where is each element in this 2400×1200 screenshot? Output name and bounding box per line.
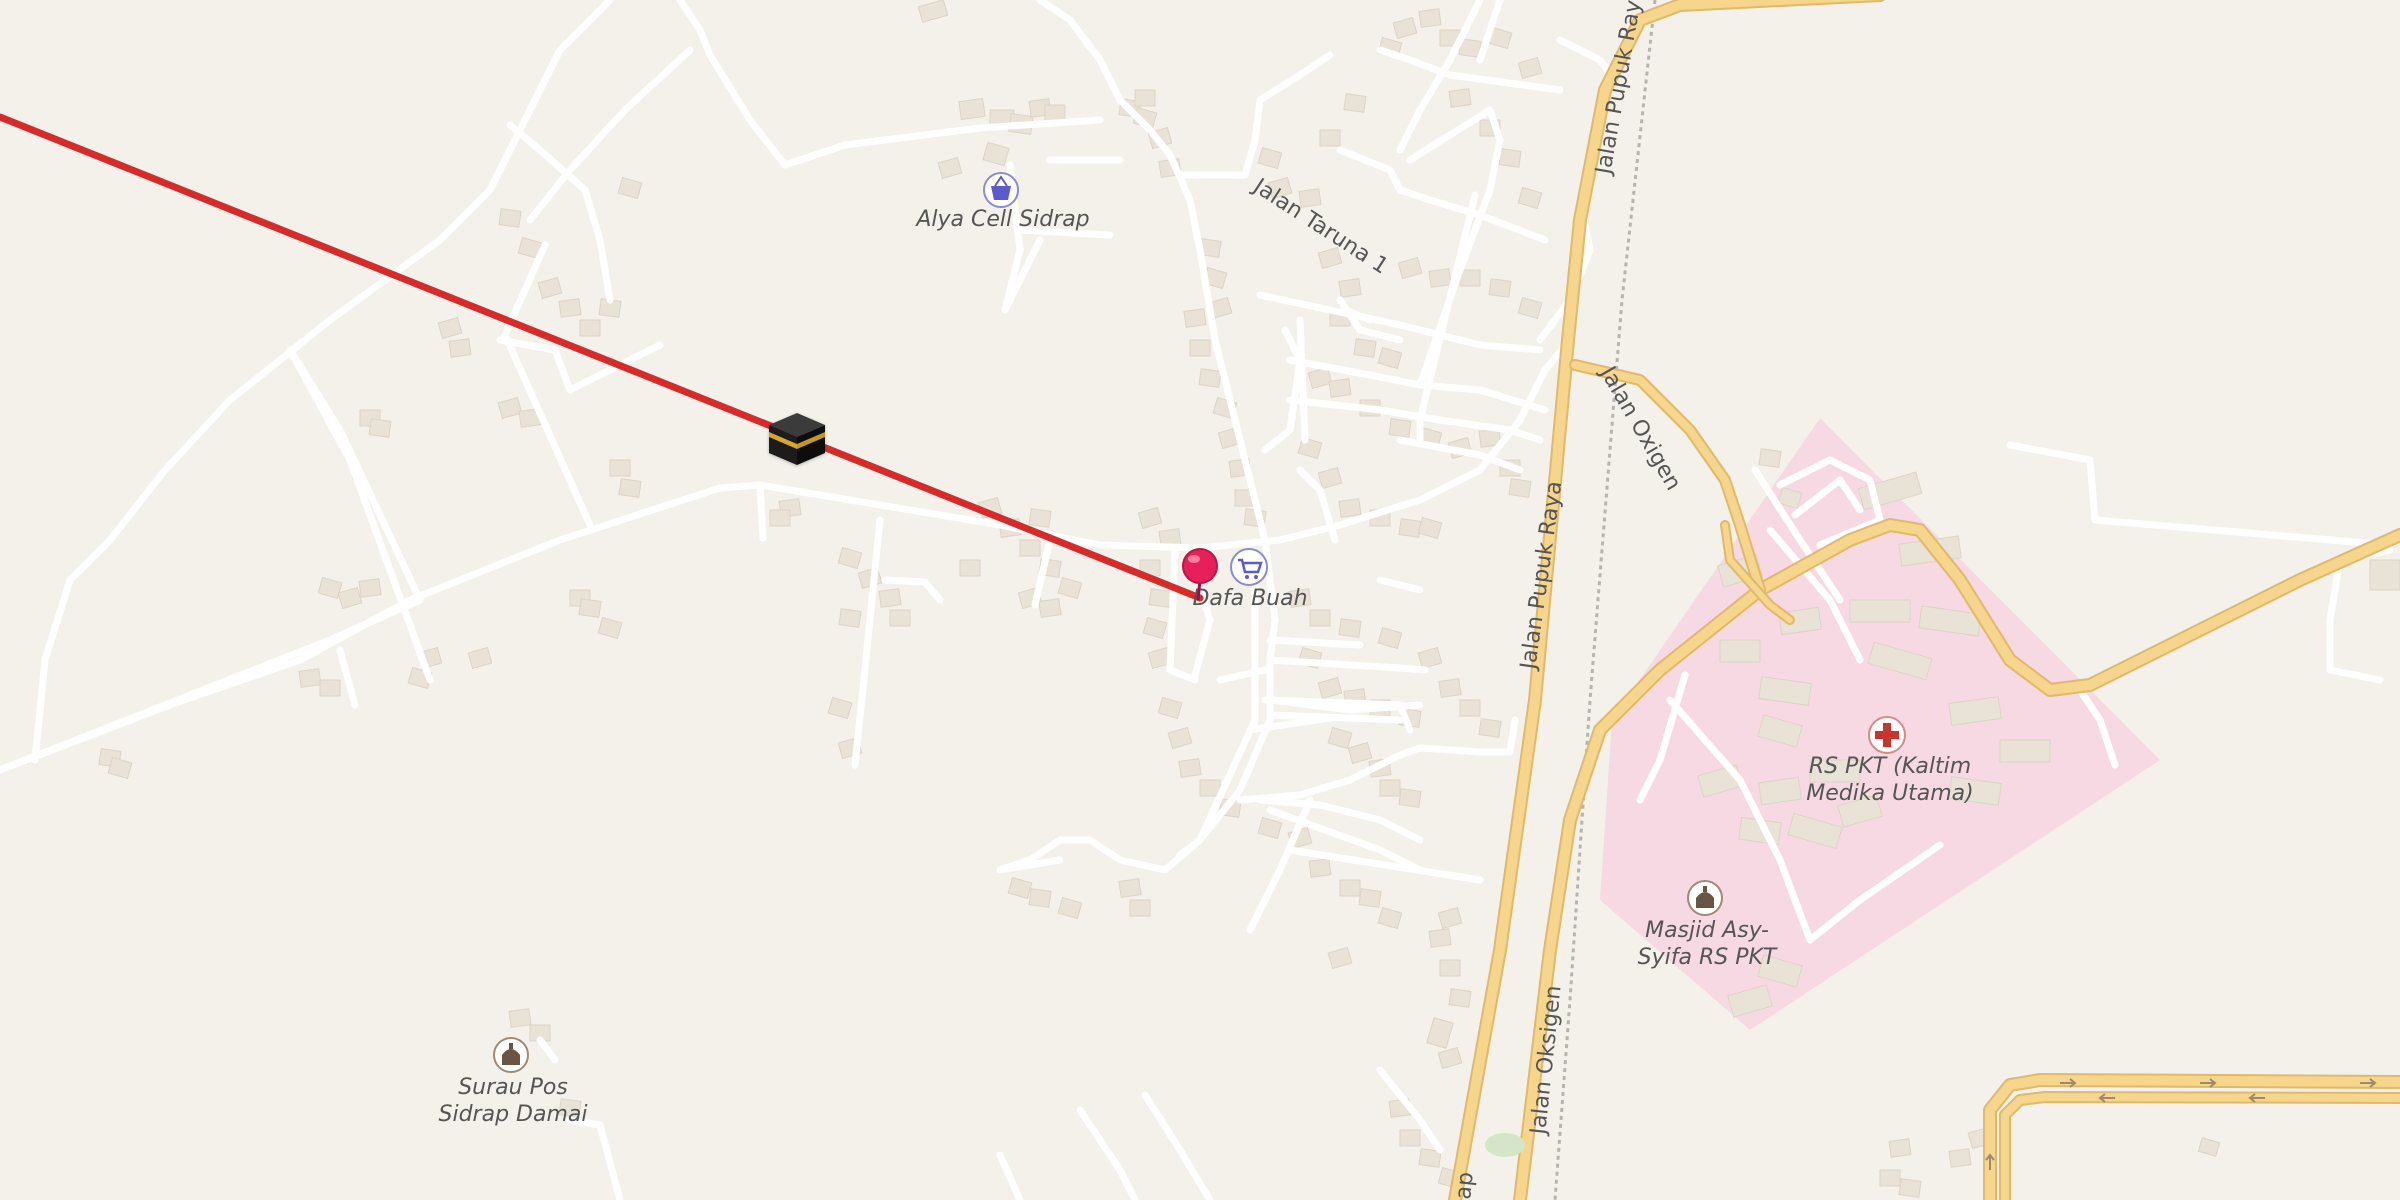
building [1308,858,1332,878]
building [889,609,911,627]
poi-label-line2: Syifa RS PKT [1638,945,1778,970]
building [1758,448,1782,468]
building [1428,928,1452,948]
building [769,509,791,527]
building [838,608,862,628]
building [1428,268,1452,288]
building [1438,678,1462,698]
building [1044,104,1066,122]
building [1508,478,1532,498]
building [1358,888,1382,908]
building [1028,508,1052,528]
building [1028,888,1052,908]
building [1339,879,1361,897]
building [1338,498,1362,518]
building [2369,559,2400,591]
building [1398,788,1422,808]
building [448,338,472,358]
poi-label: Alya Cell Sidrap [914,207,1089,232]
building [1148,588,1172,608]
building [618,478,642,498]
building [1309,609,1331,627]
building [1134,89,1156,107]
building [558,298,582,318]
building [958,97,986,121]
building [1019,539,1041,557]
building [1343,93,1367,113]
building [609,459,631,477]
poi-label-line1: Surau Pos [458,1075,568,1100]
building [1118,878,1142,898]
building [1183,308,1207,328]
building [1398,518,1422,538]
building [1459,699,1481,717]
building [1399,1129,1421,1147]
building [1879,1169,1901,1187]
street-label-partial: ap [1451,1171,1479,1200]
building [368,418,392,438]
building [1379,779,1401,797]
poi-label: Dafa Buah [1192,586,1307,611]
building [959,559,981,577]
building [498,208,522,228]
map-canvas[interactable]: Jalan Pupuk Raya Jalan Pupuk Raya Jalan … [0,0,2400,1200]
building [1353,338,1377,358]
building [1189,339,1211,357]
building [878,588,902,608]
building [1338,618,1362,638]
building [1478,718,1502,738]
building [579,319,601,337]
building [1849,599,1911,623]
building [1448,988,1472,1008]
building [1448,88,1472,108]
building [1328,378,1352,398]
poi-label-line1: RS PKT (Kaltim [1809,754,1971,779]
shopping-cart-icon [1230,548,1268,586]
building [1198,368,1222,388]
building [1888,1138,1912,1158]
building [358,578,382,598]
building [298,668,322,688]
building [1498,148,1522,168]
poi-label-line2: Medika Utama) [1806,781,1974,806]
building [1488,278,1512,298]
poi-label-line2: Sidrap Damai [439,1102,588,1127]
poi-label-line1: Masjid Asy- [1645,918,1769,943]
building [1459,269,1481,287]
building [319,679,341,697]
building [1418,8,1442,28]
building [1038,598,1062,618]
building [1178,758,1202,778]
building [1199,779,1221,797]
building [1338,278,1362,298]
building [1388,418,1412,438]
building [1319,129,1341,147]
building [508,1008,532,1028]
building [578,598,602,618]
building [1999,739,2051,763]
building [1439,959,1461,977]
building [1129,899,1151,917]
green-patch [1485,1133,1525,1157]
building [1898,1178,1922,1198]
building [1948,1148,1972,1168]
building [1719,639,1761,663]
